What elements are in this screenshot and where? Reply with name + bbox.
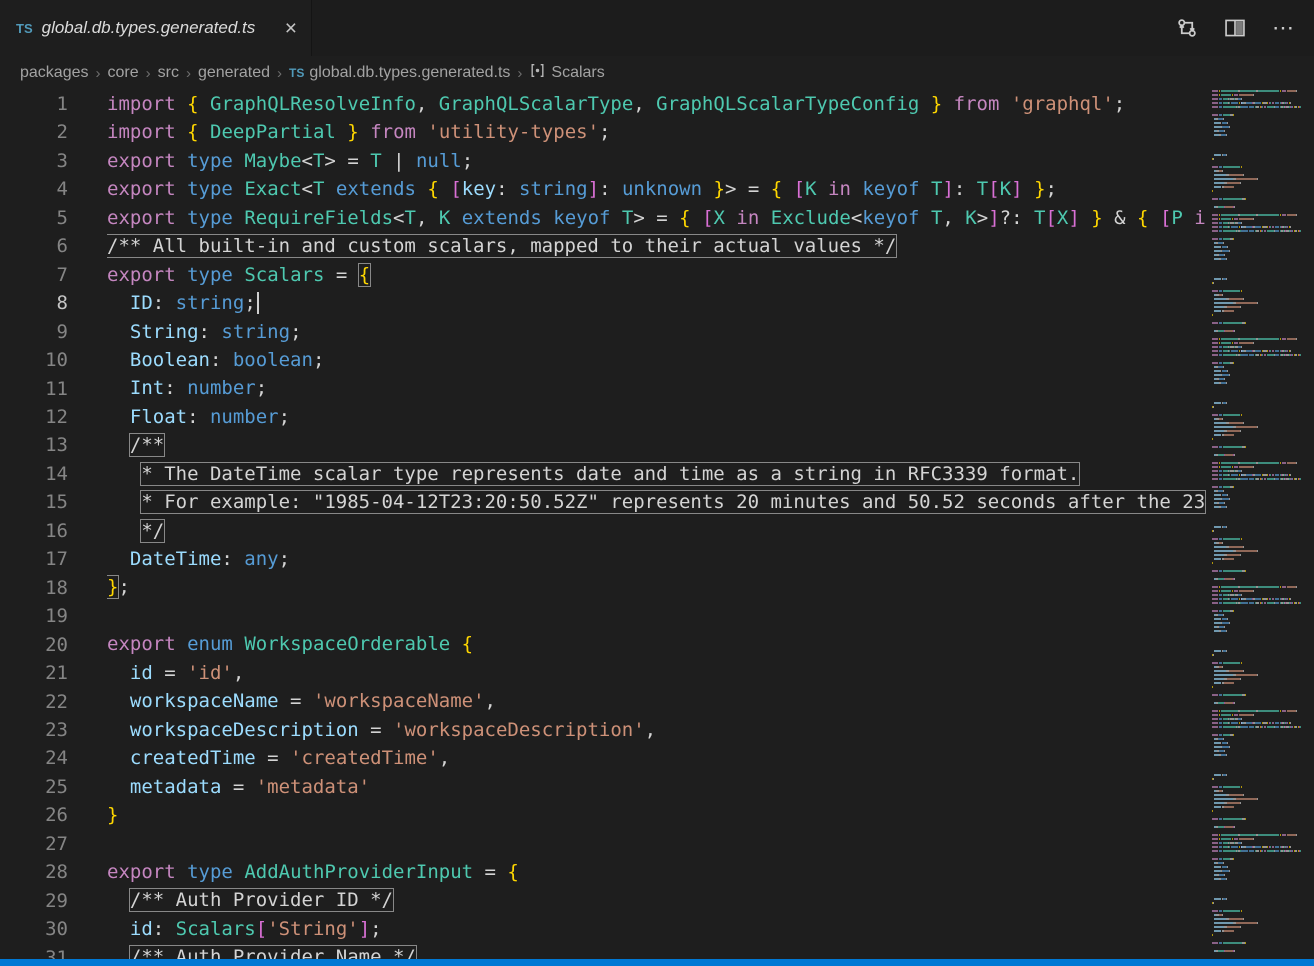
code-line[interactable]: /** bbox=[107, 431, 1207, 459]
code-line[interactable]: Boolean: boolean; bbox=[107, 346, 1207, 374]
status-bar bbox=[0, 959, 1314, 966]
line-number: 3 bbox=[0, 147, 68, 175]
breadcrumb-separator: › bbox=[146, 65, 151, 82]
code-line[interactable]: Float: number; bbox=[107, 403, 1207, 431]
editor-tab[interactable]: TS global.db.types.generated.ts × bbox=[0, 0, 312, 56]
text-cursor bbox=[257, 292, 259, 314]
gutter: 1234567891011121314151617181920212223242… bbox=[0, 90, 68, 959]
line-number: 18 bbox=[0, 574, 68, 602]
code-area[interactable]: import { GraphQLResolveInfo, GraphQLScal… bbox=[107, 90, 1207, 959]
minimap[interactable] bbox=[1212, 90, 1301, 959]
type-symbol-icon bbox=[529, 62, 546, 84]
open-changes-icon[interactable] bbox=[1176, 17, 1198, 39]
line-number: 28 bbox=[0, 858, 68, 886]
code-line[interactable]: export type AddAuthProviderInput = { bbox=[107, 858, 1207, 886]
line-number: 13 bbox=[0, 431, 68, 459]
typescript-file-icon: TS bbox=[289, 66, 304, 80]
code-line[interactable]: id: Scalars['String']; bbox=[107, 915, 1207, 943]
code-line[interactable]: id = 'id', bbox=[107, 659, 1207, 687]
code-line[interactable]: * For example: "1985-04-12T23:20:50.52Z"… bbox=[107, 488, 1207, 516]
tab-label: global.db.types.generated.ts bbox=[42, 18, 279, 38]
scrollbar[interactable] bbox=[1301, 90, 1314, 959]
breadcrumb-item-file[interactable]: TS global.db.types.generated.ts bbox=[289, 64, 510, 82]
breadcrumb-file-label: global.db.types.generated.ts bbox=[309, 64, 510, 82]
line-number: 1 bbox=[0, 90, 68, 118]
line-number: 16 bbox=[0, 517, 68, 545]
code-line[interactable]: }; bbox=[107, 573, 1207, 601]
line-number: 29 bbox=[0, 887, 68, 915]
line-number: 22 bbox=[0, 688, 68, 716]
breadcrumb-separator: › bbox=[186, 65, 191, 82]
line-number: 5 bbox=[0, 204, 68, 232]
breadcrumb-separator: › bbox=[277, 65, 282, 82]
code-line[interactable]: workspaceName = 'workspaceName', bbox=[107, 687, 1207, 715]
code-line[interactable]: ID: string; bbox=[107, 289, 1207, 317]
line-number: 31 bbox=[0, 944, 68, 959]
code-line[interactable]: export type RequireFields<T, K extends k… bbox=[107, 204, 1207, 232]
minimap-content bbox=[1212, 90, 1301, 952]
line-number: 8 bbox=[0, 289, 68, 317]
breadcrumb-item-symbol[interactable]: Scalars bbox=[529, 62, 604, 84]
code-line[interactable]: /** All built-in and custom scalars, map… bbox=[107, 232, 1207, 260]
line-number: 20 bbox=[0, 631, 68, 659]
line-number: 2 bbox=[0, 118, 68, 146]
line-number: 23 bbox=[0, 716, 68, 744]
code-line[interactable]: Int: number; bbox=[107, 374, 1207, 402]
code-line[interactable]: workspaceDescription = 'workspaceDescrip… bbox=[107, 716, 1207, 744]
code-line[interactable]: String: string; bbox=[107, 318, 1207, 346]
line-number: 6 bbox=[0, 232, 68, 260]
code-line[interactable]: metadata = 'metadata' bbox=[107, 773, 1207, 801]
line-number: 24 bbox=[0, 744, 68, 772]
code-line[interactable]: import { DeepPartial } from 'utility-typ… bbox=[107, 118, 1207, 146]
more-actions-icon[interactable]: ⋯ bbox=[1272, 17, 1294, 39]
line-number: 9 bbox=[0, 318, 68, 346]
line-number: 4 bbox=[0, 175, 68, 203]
breadcrumb-item-src[interactable]: src bbox=[158, 64, 179, 82]
line-number: 14 bbox=[0, 460, 68, 488]
line-number: 10 bbox=[0, 346, 68, 374]
line-number: 17 bbox=[0, 545, 68, 573]
line-number: 11 bbox=[0, 375, 68, 403]
line-number: 30 bbox=[0, 915, 68, 943]
line-number: 19 bbox=[0, 602, 68, 630]
code-line[interactable]: DateTime: any; bbox=[107, 545, 1207, 573]
code-line[interactable] bbox=[107, 829, 1207, 857]
code-line[interactable]: export type Scalars = { bbox=[107, 261, 1207, 289]
editor-actions: ⋯ bbox=[1176, 0, 1314, 56]
tab-close-icon[interactable]: × bbox=[283, 18, 299, 39]
line-number: 27 bbox=[0, 830, 68, 858]
breadcrumb-separator: › bbox=[517, 65, 522, 82]
code-line[interactable]: export enum WorkspaceOrderable { bbox=[107, 630, 1207, 658]
breadcrumb-item-core[interactable]: core bbox=[108, 64, 139, 82]
breadcrumb-item-generated[interactable]: generated bbox=[198, 64, 270, 82]
breadcrumb-separator: › bbox=[96, 65, 101, 82]
line-number: 21 bbox=[0, 659, 68, 687]
line-number: 26 bbox=[0, 801, 68, 829]
line-number: 15 bbox=[0, 488, 68, 516]
code-line[interactable]: export type Maybe<T> = T | null; bbox=[107, 147, 1207, 175]
tab-bar: TS global.db.types.generated.ts × ⋯ bbox=[0, 0, 1314, 56]
editor: 1234567891011121314151617181920212223242… bbox=[0, 90, 1314, 959]
line-number: 25 bbox=[0, 773, 68, 801]
breadcrumb-item-packages[interactable]: packages bbox=[20, 64, 89, 82]
code-line[interactable]: export type Exact<T extends { [key: stri… bbox=[107, 175, 1207, 203]
code-line[interactable]: createdTime = 'createdTime', bbox=[107, 744, 1207, 772]
code-line[interactable]: */ bbox=[107, 517, 1207, 545]
typescript-file-icon: TS bbox=[16, 21, 33, 36]
code-line[interactable]: /** Auth Provider Name */ bbox=[107, 943, 1207, 959]
line-number: 12 bbox=[0, 403, 68, 431]
breadcrumb-symbol-label: Scalars bbox=[551, 64, 604, 82]
code-line[interactable]: } bbox=[107, 801, 1207, 829]
breadcrumb: packages › core › src › generated › TS g… bbox=[0, 56, 1314, 90]
line-number: 7 bbox=[0, 261, 68, 289]
code-line[interactable]: import { GraphQLResolveInfo, GraphQLScal… bbox=[107, 90, 1207, 118]
code-line[interactable]: * The DateTime scalar type represents da… bbox=[107, 460, 1207, 488]
code-line[interactable] bbox=[107, 602, 1207, 630]
code-line[interactable]: /** Auth Provider ID */ bbox=[107, 886, 1207, 914]
split-editor-icon[interactable] bbox=[1224, 17, 1246, 39]
